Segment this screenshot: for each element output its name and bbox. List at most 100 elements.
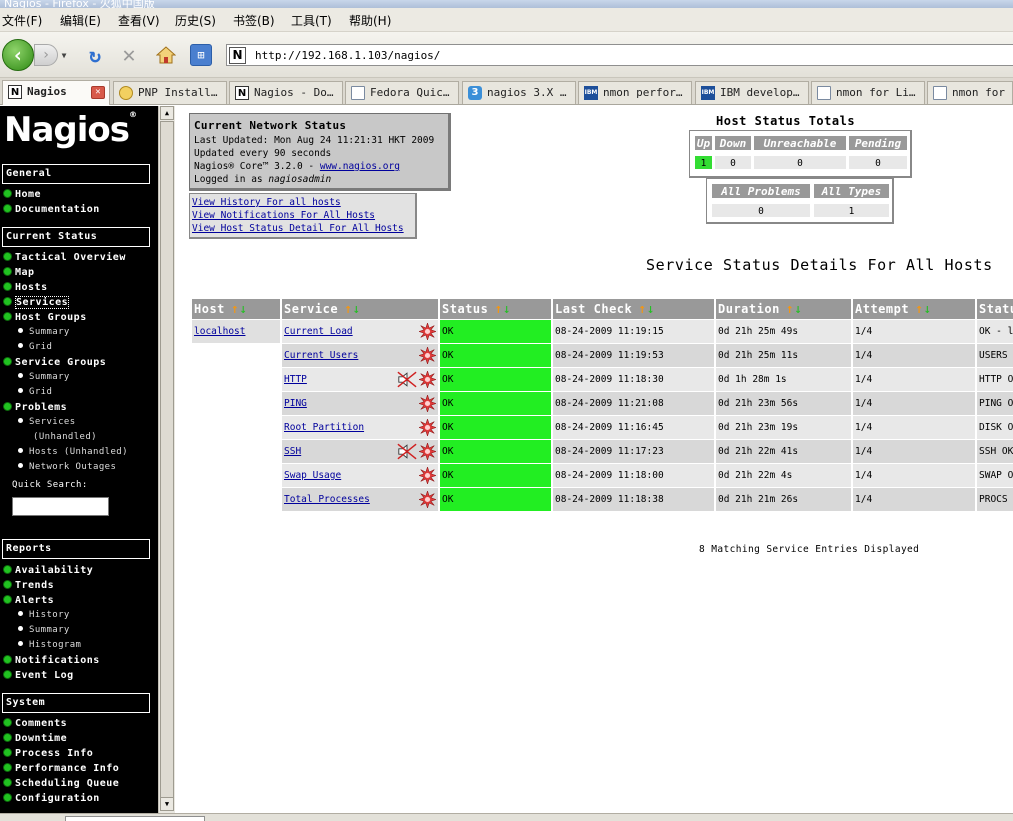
sort-arrows-icon[interactable]: ↑↓	[231, 302, 248, 317]
performance-graph-icon[interactable]	[418, 322, 437, 341]
sort-arrows-icon[interactable]: ↑↓	[494, 302, 511, 317]
col-duration[interactable]: Duration ↑↓	[716, 299, 851, 319]
service-link[interactable]: Current Load	[284, 326, 353, 337]
performance-graph-icon[interactable]	[418, 394, 437, 413]
reload-button[interactable]: ↻	[84, 43, 106, 67]
scroll-thumb[interactable]	[160, 121, 174, 798]
service-link[interactable]: PING	[284, 398, 307, 409]
view-history-link[interactable]: View History For all hosts	[192, 196, 413, 209]
nav-problem-services-unhandled[interactable]: (Unhandled)	[33, 432, 97, 445]
menu-history[interactable]: 历史(S)	[175, 12, 216, 29]
col-attempt[interactable]: Attempt ↑↓	[853, 299, 975, 319]
nav-problems[interactable]: Problems	[3, 402, 67, 416]
nav-host-groups-grid[interactable]: Grid	[18, 342, 52, 355]
view-notifications-link[interactable]: View Notifications For All Hosts	[192, 209, 413, 222]
menu-edit[interactable]: 编辑(E)	[60, 12, 101, 29]
nav-services[interactable]: Services	[3, 296, 70, 311]
nav-problem-services[interactable]: Services	[18, 417, 76, 430]
nav-alerts[interactable]: Alerts	[3, 595, 54, 609]
service-link[interactable]: HTTP	[284, 374, 307, 385]
nav-scheduling-queue[interactable]: Scheduling Queue	[3, 778, 119, 792]
scroll-down-icon[interactable]: ▼	[160, 797, 174, 811]
nav-trends[interactable]: Trends	[3, 580, 54, 594]
tab-ibm-develop[interactable]: IBM IBM develop…	[695, 81, 809, 104]
nav-configuration[interactable]: Configuration	[3, 793, 100, 807]
notifications-disabled-icon[interactable]	[397, 371, 417, 389]
notifications-disabled-icon[interactable]	[397, 443, 417, 461]
menu-file[interactable]: 文件(F)	[2, 12, 42, 29]
sidebar-scrollbar[interactable]: ▲ ▼	[158, 106, 175, 813]
performance-graph-icon[interactable]	[418, 418, 437, 437]
tab-nmon-linux-2[interactable]: nmon for L	[927, 81, 1013, 104]
host-unreachable-header[interactable]: Unreachable	[753, 135, 847, 151]
scroll-up-icon[interactable]: ▲	[160, 106, 174, 120]
nav-notifications[interactable]: Notifications	[3, 655, 100, 669]
nav-hosts[interactable]: Hosts	[3, 282, 48, 296]
history-dropdown[interactable]: ▼	[58, 49, 70, 61]
back-button[interactable]: ‹	[2, 39, 34, 71]
host-down-header[interactable]: Down	[714, 135, 752, 151]
nav-host-groups[interactable]: Host Groups	[3, 312, 87, 326]
nagios-logo[interactable]: Nagios®	[4, 110, 137, 150]
performance-graph-icon[interactable]	[418, 346, 437, 365]
service-link[interactable]: Root Partition	[284, 422, 364, 433]
stop-button[interactable]: ✕	[118, 43, 140, 68]
nav-network-outages[interactable]: Network Outages	[18, 462, 116, 475]
address-bar[interactable]: N http://192.168.1.103/nagios/	[226, 44, 1013, 66]
col-host[interactable]: Host ↑↓	[192, 299, 280, 319]
menu-bookmarks[interactable]: 书签(B)	[233, 12, 275, 29]
nav-service-groups-grid[interactable]: Grid	[18, 387, 52, 400]
sort-arrows-icon[interactable]: ↑↓	[915, 302, 932, 317]
service-link[interactable]: Total Processes	[284, 494, 370, 505]
nav-documentation[interactable]: Documentation	[3, 204, 100, 218]
nav-availability[interactable]: Availability	[3, 565, 93, 579]
nav-service-groups[interactable]: Service Groups	[3, 357, 106, 371]
col-last-check[interactable]: Last Check ↑↓	[553, 299, 714, 319]
tab-nagios3[interactable]: 3 nagios 3.X …	[462, 81, 576, 104]
nagios-org-link[interactable]: www.nagios.org	[320, 161, 400, 172]
nav-host-groups-summary[interactable]: Summary	[18, 327, 70, 340]
tab-nagios[interactable]: N Nagios ✕	[2, 80, 110, 105]
nav-process-info[interactable]: Process Info	[3, 748, 93, 762]
service-link[interactable]: Current Users	[284, 350, 358, 361]
service-link[interactable]: SSH	[284, 446, 301, 457]
nav-performance-info[interactable]: Performance Info	[3, 763, 119, 777]
nav-alerts-histogram[interactable]: Histogram	[18, 640, 81, 653]
all-types-header[interactable]: All Types	[813, 183, 890, 199]
home-button[interactable]	[155, 44, 177, 66]
nav-event-log[interactable]: Event Log	[3, 670, 74, 684]
tab-nmon-perf[interactable]: IBM nmon perfor…	[578, 81, 692, 104]
menu-help[interactable]: 帮助(H)	[349, 12, 391, 29]
nav-downtime[interactable]: Downtime	[3, 733, 67, 747]
menu-view[interactable]: 查看(V)	[118, 12, 160, 29]
col-status[interactable]: Status ↑↓	[440, 299, 551, 319]
close-tab-icon[interactable]: ✕	[91, 86, 105, 99]
sort-arrows-icon[interactable]: ↑↓	[638, 302, 655, 317]
service-link[interactable]: Swap Usage	[284, 470, 341, 481]
tab-fedora[interactable]: Fedora Quic…	[345, 81, 459, 104]
tab-pnp-install[interactable]: PNP Install…	[113, 81, 227, 104]
nav-service-groups-summary[interactable]: Summary	[18, 372, 70, 385]
nav-tactical-overview[interactable]: Tactical Overview	[3, 252, 126, 266]
sort-arrows-icon[interactable]: ↑↓	[344, 302, 361, 317]
nav-comments[interactable]: Comments	[3, 718, 67, 732]
nav-problem-hosts[interactable]: Hosts (Unhandled)	[18, 447, 128, 460]
performance-graph-icon[interactable]	[418, 466, 437, 485]
nav-alerts-history[interactable]: History	[18, 610, 70, 623]
menu-tools[interactable]: 工具(T)	[291, 12, 332, 29]
bookmarks-button[interactable]: ⊞	[190, 44, 212, 66]
host-up-header[interactable]: Up	[694, 135, 713, 151]
forward-button[interactable]: ›	[34, 44, 58, 66]
col-status-info[interactable]: Status Information	[977, 299, 1013, 319]
tab-nmon-linux[interactable]: nmon for Li…	[811, 81, 925, 104]
nav-home[interactable]: Home	[3, 189, 41, 203]
host-pending-header[interactable]: Pending	[848, 135, 908, 151]
view-host-status-link[interactable]: View Host Status Detail For All Hosts	[192, 222, 413, 235]
tab-nagios-docs[interactable]: N Nagios - Do…	[229, 81, 343, 104]
performance-graph-icon[interactable]	[418, 490, 437, 509]
performance-graph-icon[interactable]	[418, 370, 437, 389]
nav-map[interactable]: Map	[3, 267, 35, 281]
sort-arrows-icon[interactable]: ↑↓	[786, 302, 803, 317]
performance-graph-icon[interactable]	[418, 442, 437, 461]
host-link[interactable]: localhost	[194, 326, 245, 337]
